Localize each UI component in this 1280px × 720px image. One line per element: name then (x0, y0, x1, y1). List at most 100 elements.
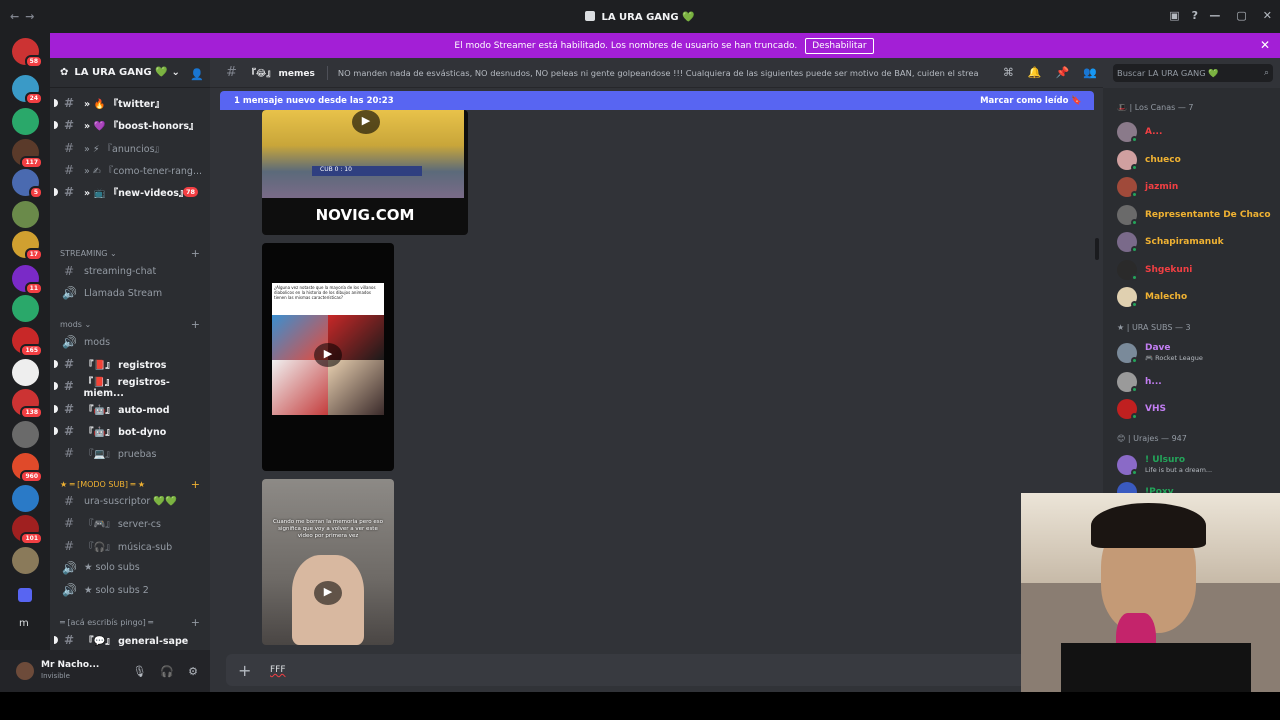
channel-item[interactable]: # 『🤖』 auto-mod (54, 399, 206, 419)
member-item[interactable]: Shgekuni (1117, 258, 1192, 282)
server-icon[interactable] (12, 547, 39, 574)
channel-item[interactable]: 🔊 mods (60, 332, 206, 352)
channel-item[interactable]: # 『💻』 pruebas (60, 443, 206, 463)
avatar[interactable] (16, 662, 34, 680)
search-input[interactable]: Buscar LA URA GANG 💚 ⌕ (1113, 64, 1273, 82)
member-item[interactable]: VHS (1117, 397, 1166, 421)
category-streaming[interactable]: STREAMING ⌄ + (60, 246, 202, 260)
members-icon[interactable]: 👥 (1083, 66, 1097, 79)
server-icon[interactable] (12, 108, 39, 135)
server-icon[interactable] (12, 201, 39, 228)
mark-as-read-button[interactable]: Marcar como leído 🔖 (980, 96, 1082, 106)
member-name: A... (1145, 127, 1163, 137)
video-embed[interactable]: CUB 0 : 10 ▶ NOVIG.COM (262, 110, 468, 235)
server-initial-icon[interactable]: m (19, 618, 29, 629)
member-item[interactable]: chueco (1117, 148, 1181, 172)
server-icon[interactable]: 101 (12, 515, 43, 545)
microphone-icon[interactable]: 🎙 (132, 665, 146, 678)
member-item[interactable]: Schapiramanuk (1117, 230, 1224, 254)
channel-item[interactable]: # » 🔥 『twitter』 (54, 93, 206, 113)
category-mods[interactable]: mods ⌄ + (60, 317, 202, 331)
channel-item[interactable]: # ura-suscriptor 💚💚 (60, 491, 206, 511)
play-icon[interactable]: ▶ (314, 581, 342, 605)
new-messages-bar[interactable]: 1 mensaje nuevo desde las 20:23 Marcar c… (220, 91, 1094, 110)
headphones-icon[interactable]: 🎧 (160, 665, 174, 678)
server-icon[interactable]: 165 (12, 327, 43, 357)
play-icon[interactable]: ▶ (352, 110, 380, 134)
server-icon[interactable]: 11 (12, 265, 43, 295)
nav-arrows[interactable]: ←→ (10, 10, 40, 23)
disable-streamer-button[interactable]: Deshabilitar (805, 37, 874, 54)
channel-item[interactable]: # » 📺 『new-videos』 78 (54, 182, 206, 202)
server-icon[interactable]: 58 (12, 38, 43, 68)
add-member-icon[interactable]: 👤 (190, 68, 204, 81)
threads-icon[interactable]: ⌘ (1003, 66, 1014, 79)
channel-item[interactable]: # » ⚡ 『anuncios』 (60, 138, 206, 158)
member-name: Representante De Chaco (1145, 210, 1271, 220)
channel-item[interactable]: # 『🎮』 server-cs (60, 513, 206, 533)
server-icon[interactable]: 5 (12, 169, 43, 199)
server-icon[interactable] (12, 359, 39, 386)
close-window-button[interactable]: ✕ (1263, 9, 1272, 22)
add-channel-icon[interactable]: + (191, 247, 200, 260)
help-icon[interactable]: ? (1192, 9, 1198, 22)
member-item[interactable]: ! Ulsuro Life is but a dream... (1117, 453, 1212, 477)
settings-gear-icon[interactable]: ⚙ (188, 665, 198, 678)
category-aca[interactable]: ═ [acá escribís pingo] ═ + (60, 615, 202, 629)
pin-icon[interactable]: 📌 (1056, 66, 1070, 79)
status-indicator (1131, 246, 1138, 253)
channel-topic[interactable]: NO manden nada de esvásticas, NO desnudo… (338, 68, 978, 78)
server-icon[interactable]: 960 (12, 453, 43, 483)
member-item[interactable]: h... (1117, 370, 1162, 394)
play-icon[interactable]: ▶ (314, 343, 342, 367)
inbox-icon[interactable]: ▣ (1169, 9, 1179, 22)
server-icon[interactable]: 138 (12, 389, 43, 419)
server-icon[interactable] (12, 485, 39, 512)
add-channel-icon[interactable]: + (191, 478, 200, 491)
unread-indicator (54, 636, 58, 644)
server-header[interactable]: ✿ LA URA GANG 💚 ⌄ 👤 (50, 58, 210, 88)
bell-icon[interactable]: 🔔 (1028, 66, 1042, 79)
channel-item[interactable]: # 『📕』 registros (54, 354, 206, 374)
category-modo-sub[interactable]: ★ ═ [MODO SUB] ═ ★ + (60, 477, 202, 491)
minimize-button[interactable]: — (1209, 9, 1220, 22)
member-item[interactable]: Malecho (1117, 285, 1187, 309)
composer: + FFF 🎁 ▤ (210, 650, 1173, 692)
channel-item[interactable]: # 『🤖』 bot-dyno (54, 421, 206, 441)
server-icon[interactable] (12, 421, 39, 448)
channel-item[interactable]: # » ✍ 『como-tener-rang... (60, 160, 206, 180)
close-icon[interactable]: ✕ (1260, 38, 1270, 52)
video-embed[interactable]: Cuando me borran la memoria pero eso sig… (262, 479, 394, 645)
member-item[interactable]: Dave 🎮 Rocket League (1117, 341, 1203, 365)
member-item[interactable]: Representante De Chaco (1117, 203, 1271, 227)
server-title-icon (585, 10, 596, 21)
video-embed[interactable]: ¿Alguna vez notaste que la mayoría de lo… (262, 243, 394, 471)
folder-icon[interactable] (18, 588, 32, 602)
streamer-hat (1091, 503, 1206, 548)
channel-item[interactable]: # 『💬』 general-sape (54, 630, 206, 650)
member-item[interactable]: jazmin (1117, 175, 1178, 199)
username: Mr Nacho... (41, 660, 100, 670)
server-icon[interactable]: 24 (12, 75, 43, 105)
add-channel-icon[interactable]: + (191, 616, 200, 629)
scrollbar[interactable] (1095, 238, 1099, 260)
server-icon[interactable]: 117 (12, 139, 43, 169)
add-channel-icon[interactable]: + (191, 318, 200, 331)
server-icon[interactable]: 17 (12, 231, 43, 261)
add-attachment-icon[interactable]: + (238, 661, 262, 680)
channel-item[interactable]: 🔊 ★ solo subs (60, 558, 206, 578)
search-icon: ⌕ (1263, 68, 1269, 78)
server-icon[interactable] (12, 295, 39, 322)
maximize-button[interactable]: ▢ (1236, 9, 1246, 22)
channel-item[interactable]: # 『🎧』 música-sub (60, 536, 206, 556)
channel-item[interactable]: 🔊 Llamada Stream (60, 283, 206, 303)
member-item[interactable]: A... (1117, 120, 1162, 144)
message-input-text[interactable]: FFF (270, 665, 286, 675)
channel-item[interactable]: # » 💜 『boost-honors』 (54, 115, 206, 135)
channel-item[interactable]: # streaming-chat (60, 261, 206, 281)
hash-icon: # (63, 140, 75, 155)
member-activity: Life is but a dream... (1145, 466, 1213, 474)
channel-item[interactable]: # 『📕』 registros-miem... (54, 376, 206, 399)
avatar (1117, 122, 1138, 143)
channel-item[interactable]: 🔊 ★ solo subs 2 (60, 580, 206, 600)
